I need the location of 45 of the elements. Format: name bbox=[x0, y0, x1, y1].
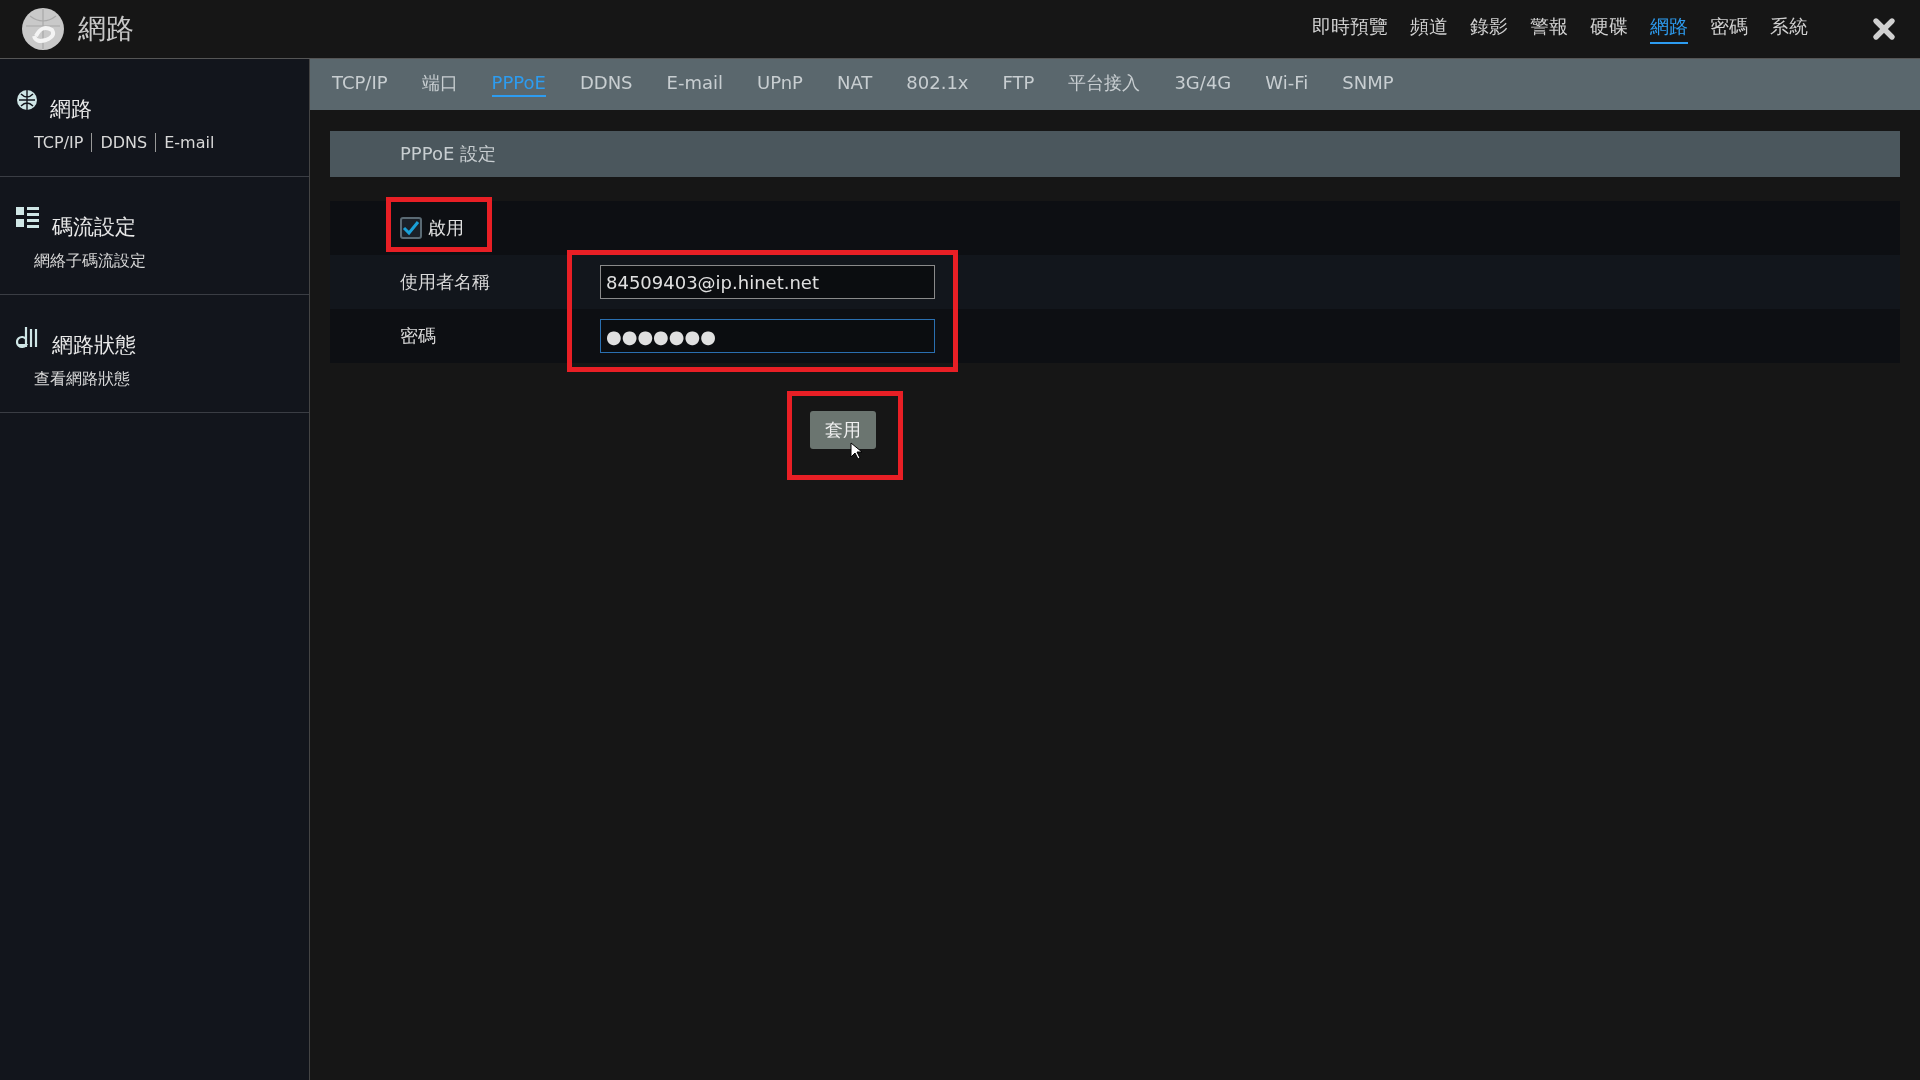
field-label: 使用者名稱 bbox=[400, 270, 491, 294]
tab[interactable]: E-mail bbox=[666, 72, 723, 97]
nav-tab[interactable]: 頻道 bbox=[1410, 14, 1448, 44]
nav-tab[interactable]: 網路 bbox=[1650, 14, 1688, 44]
cursor-icon bbox=[850, 442, 864, 460]
input-field[interactable]: 84509403@ip.hinet.net bbox=[600, 265, 935, 299]
tab[interactable]: SNMP bbox=[1342, 72, 1394, 97]
sidebar-item[interactable]: 網路狀態 查看網路狀態 bbox=[0, 295, 309, 413]
checkbox[interactable] bbox=[400, 217, 422, 239]
app-title: 網路 bbox=[78, 11, 135, 47]
sidebar-link[interactable]: E-mail bbox=[164, 133, 223, 152]
nav-tab[interactable]: 警報 bbox=[1530, 14, 1568, 44]
globe-logo-icon bbox=[20, 6, 66, 52]
tab[interactable]: NAT bbox=[836, 72, 873, 97]
section-header: PPPoE 設定 bbox=[330, 131, 1900, 177]
globe-icon bbox=[16, 89, 38, 111]
sidebar-item[interactable]: 網路 TCP/IP DDNS E-mail bbox=[0, 59, 309, 177]
tab[interactable]: UPnP bbox=[756, 72, 803, 97]
sidebar-item-title: 網路狀態 bbox=[52, 332, 136, 359]
nav-tab[interactable]: 系統 bbox=[1770, 14, 1808, 44]
field-label: 密碼 bbox=[400, 324, 437, 348]
tab[interactable]: FTP bbox=[1002, 72, 1035, 97]
tab[interactable]: DDNS bbox=[579, 72, 633, 97]
tab[interactable]: 802.1x bbox=[906, 72, 969, 97]
nav-tab[interactable]: 硬碟 bbox=[1590, 14, 1628, 44]
sidebar-item-subtitle: 查看網路狀態 bbox=[34, 369, 130, 390]
list-icon bbox=[16, 207, 40, 231]
enable-checkbox[interactable]: 啟用 bbox=[400, 216, 464, 240]
tab[interactable]: 端口 bbox=[421, 70, 458, 99]
checkmark-icon bbox=[402, 220, 420, 236]
sidebar-item-title: 碼流設定 bbox=[52, 214, 136, 241]
tab[interactable]: 3G/4G bbox=[1174, 72, 1232, 97]
nav-tab[interactable]: 即時預覽 bbox=[1312, 14, 1388, 44]
sidebar-link[interactable]: DDNS bbox=[100, 133, 157, 152]
tab[interactable]: Wi-Fi bbox=[1265, 72, 1309, 97]
input-field[interactable]: ●●●●●●● bbox=[600, 319, 935, 353]
nav-tab[interactable]: 密碼 bbox=[1710, 14, 1748, 44]
sidebar-link[interactable]: TCP/IP bbox=[34, 133, 93, 152]
apply-button[interactable]: 套用 bbox=[810, 411, 876, 449]
tab[interactable]: 平台接入 bbox=[1068, 70, 1141, 99]
nav-tab[interactable]: 錄影 bbox=[1470, 14, 1508, 44]
sidebar-item-title: 網路 bbox=[50, 96, 92, 123]
tab[interactable]: TCP/IP bbox=[332, 72, 388, 97]
sidebar-item[interactable]: 碼流設定 網絡子碼流設定 bbox=[0, 177, 309, 295]
sidebar-item-subtitle: 網絡子碼流設定 bbox=[34, 251, 146, 272]
